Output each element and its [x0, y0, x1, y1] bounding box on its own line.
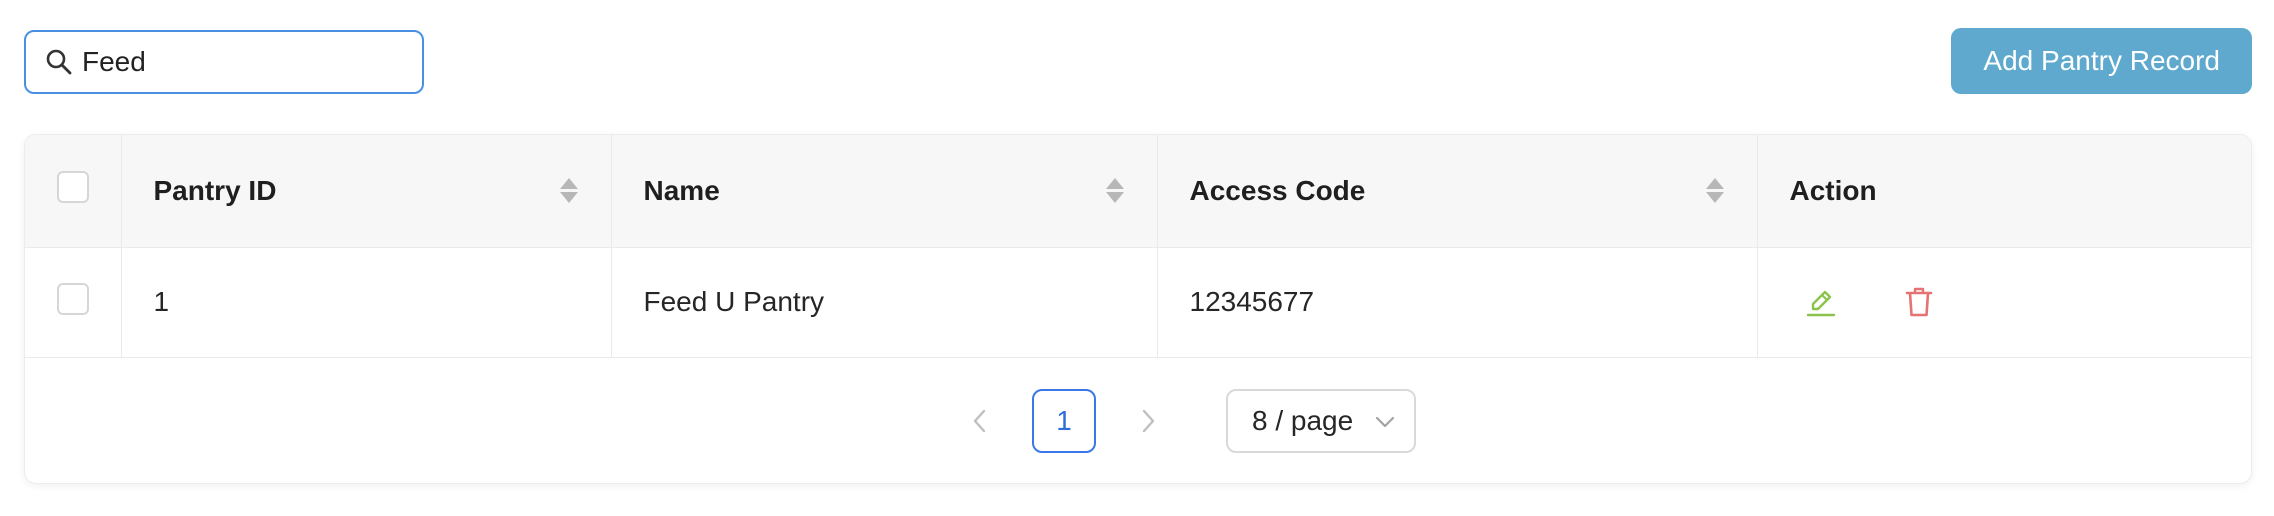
row-select-cell	[25, 247, 122, 358]
sort-icon[interactable]	[1705, 178, 1725, 204]
column-access-code-label: Access Code	[1189, 174, 1366, 206]
column-pantry-id-inner: Pantry ID	[154, 175, 579, 207]
search-box[interactable]	[24, 30, 424, 94]
trash-icon[interactable]	[1900, 283, 1938, 321]
page-size-select[interactable]: 8 / page	[1226, 389, 1416, 453]
pagination: 1 8 / page	[25, 357, 2251, 483]
column-name-label: Name	[643, 174, 720, 206]
column-access-code-inner: Access Code	[1190, 175, 1725, 207]
search-icon	[44, 47, 74, 77]
select-all-cell	[25, 135, 122, 248]
table-row: 1 Feed U Pantry 12345677	[25, 247, 2251, 358]
sort-descending-icon	[1705, 192, 1724, 204]
cell-name: Feed U Pantry	[611, 247, 1158, 358]
column-pantry-id-label: Pantry ID	[153, 174, 277, 206]
row-actions	[1790, 283, 2222, 321]
cell-actions	[1757, 247, 2251, 358]
page-size-value: 8 / page	[1252, 405, 1354, 436]
pantry-table: Pantry ID Name Access Code Action 1 Feed…	[25, 135, 2251, 358]
sort-descending-icon	[559, 192, 578, 204]
sort-icon[interactable]	[1105, 178, 1125, 204]
search-input[interactable]	[82, 46, 402, 78]
cell-pantry-id: 1	[121, 247, 612, 358]
chevron-down-icon	[1374, 405, 1396, 437]
sort-descending-icon	[1105, 192, 1124, 204]
select-all-checkbox[interactable]	[57, 171, 89, 204]
column-pantry-id[interactable]: Pantry ID	[121, 135, 612, 248]
page-1-button[interactable]: 1	[1032, 389, 1096, 453]
column-name-inner: Name	[644, 175, 1125, 207]
prev-page-icon[interactable]	[950, 391, 1010, 451]
next-page-icon[interactable]	[1118, 391, 1178, 451]
column-action-label: Action	[1789, 174, 1877, 206]
pantry-table-card: Pantry ID Name Access Code Action 1 Feed…	[24, 134, 2252, 484]
toolbar: Add Pantry Record	[0, 0, 2274, 130]
sort-ascending-icon	[1705, 178, 1724, 190]
table-header-row: Pantry ID Name Access Code Action	[25, 135, 2251, 248]
sort-ascending-icon	[559, 178, 578, 190]
sort-icon[interactable]	[559, 178, 579, 204]
cell-access-code: 12345677	[1157, 247, 1758, 358]
add-pantry-record-button[interactable]: Add Pantry Record	[1951, 28, 2252, 94]
column-action: Action	[1757, 135, 2251, 248]
column-name[interactable]: Name	[611, 135, 1158, 248]
row-select-checkbox[interactable]	[57, 282, 89, 315]
sort-ascending-icon	[1105, 178, 1124, 190]
column-access-code[interactable]: Access Code	[1157, 135, 1758, 248]
pencil-icon[interactable]	[1802, 283, 1840, 321]
